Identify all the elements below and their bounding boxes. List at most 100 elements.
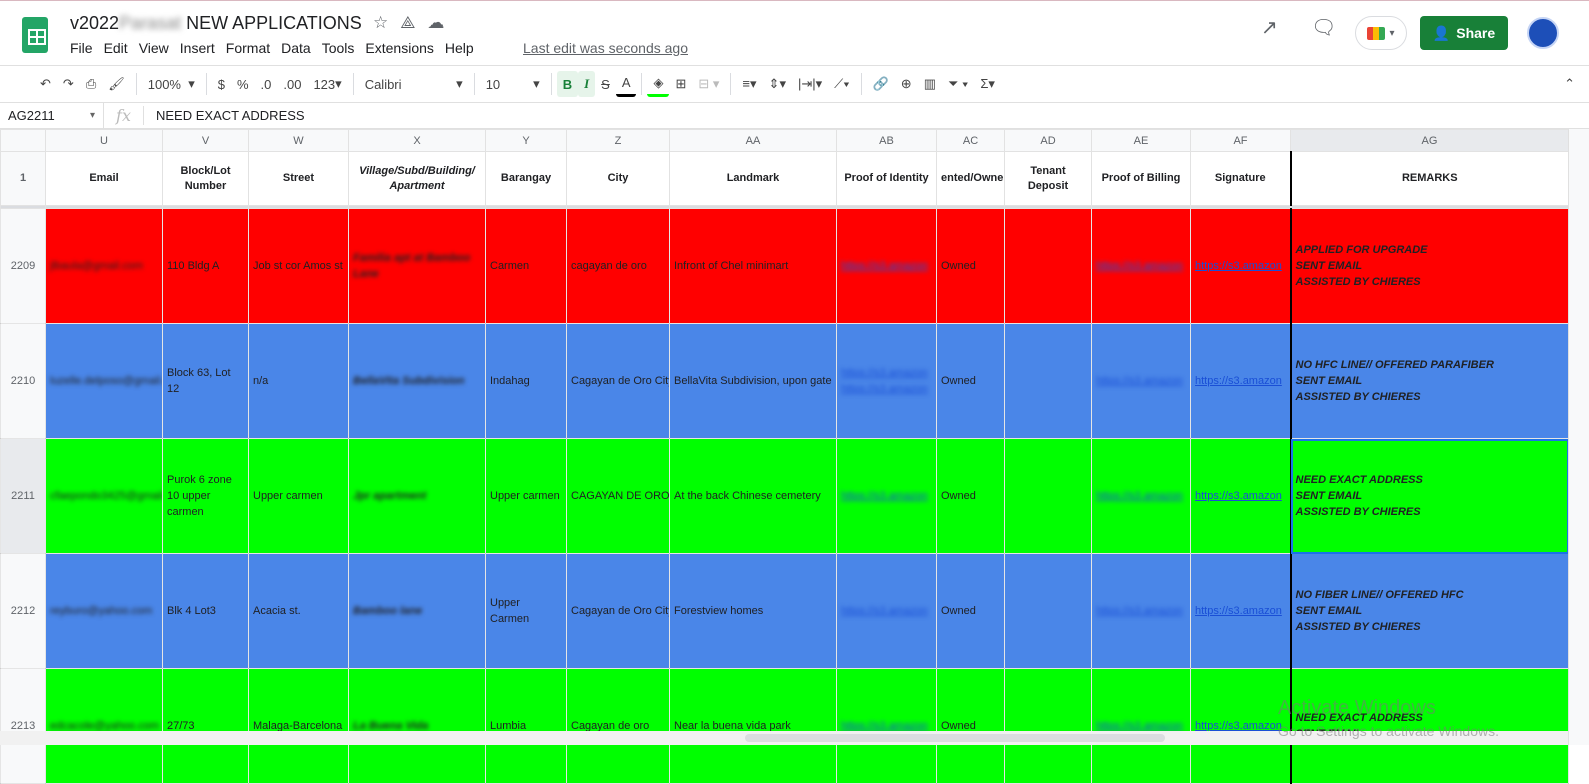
cell-city[interactable]: Cagayan de oro — [566, 668, 670, 784]
identity-link[interactable]: https://s3.amazon — [841, 381, 932, 397]
header-cell[interactable]: Signature — [1190, 151, 1291, 206]
cell-barangay[interactable]: Upper carmen — [485, 438, 567, 554]
column-header-af[interactable]: AF — [1190, 129, 1291, 152]
menu-view[interactable]: View — [139, 40, 169, 56]
row-header[interactable]: 2211 — [0, 438, 46, 554]
cell-remarks[interactable]: NEED EXACT ADDRESS SENT EMAIL ASSISTED BY … — [1289, 438, 1569, 554]
cell-deposit[interactable] — [1004, 668, 1092, 784]
cell-barangay[interactable]: Lumbia — [485, 668, 567, 784]
cell-signature[interactable]: https://s3.amazon — [1190, 438, 1291, 554]
column-header-z[interactable]: Z — [566, 129, 670, 152]
cell-remarks[interactable]: APPLIED FOR UPGRADE SENT EMAIL ASSISTED BY… — [1289, 208, 1569, 324]
menu-insert[interactable]: Insert — [180, 40, 215, 56]
zoom-select[interactable]: 100% ▾ — [142, 71, 201, 97]
text-rotation-icon[interactable]: ⟋▾ — [828, 71, 855, 97]
cell-village[interactable]: La Buena Vida — [348, 668, 486, 784]
menu-data[interactable]: Data — [281, 40, 311, 56]
cell-owned[interactable]: Owned — [936, 323, 1005, 439]
cell-city[interactable]: Cagayan de Oro City — [566, 323, 670, 439]
menu-tools[interactable]: Tools — [322, 40, 355, 56]
cell-identity[interactable]: https://s3.amazon — [836, 553, 937, 669]
row-header[interactable]: 2213 — [0, 668, 46, 784]
font-size-select[interactable]: 10 ▾ — [480, 71, 546, 97]
print-icon[interactable]: ⎙ — [80, 71, 102, 97]
cell-owned[interactable]: Owned — [936, 438, 1005, 554]
identity-link[interactable]: https://s3.amazon — [841, 258, 932, 274]
cell-barangay[interactable]: Carmen — [485, 208, 567, 324]
column-header-x[interactable]: X — [348, 129, 486, 152]
cell-billing[interactable]: https://s3.amazon — [1091, 668, 1191, 784]
column-header-w[interactable]: W — [248, 129, 349, 152]
menu-extensions[interactable]: Extensions — [365, 40, 433, 56]
cloud-status-icon[interactable]: ☁ — [427, 13, 444, 33]
vertical-scrollbar[interactable] — [1568, 129, 1589, 745]
collapse-toolbar-icon[interactable]: ⌃ — [1558, 71, 1581, 97]
identity-link[interactable]: https://s3.amazon — [841, 488, 932, 504]
cell-city[interactable]: Cagayan de Oro City — [566, 553, 670, 669]
redo-icon[interactable]: ↷ — [57, 71, 80, 97]
row-header[interactable]: 1 — [0, 151, 46, 206]
cell-village[interactable]: Familia apt at Bamboo Lane — [348, 208, 486, 324]
header-cell[interactable]: Barangay — [485, 151, 567, 206]
column-header-ae[interactable]: AE — [1091, 129, 1191, 152]
cell-village[interactable]: Bamboo lane — [348, 553, 486, 669]
bold-button[interactable]: B — [556, 71, 579, 97]
cell-remarks[interactable]: NO HFC LINE// OFFERED PARAFIBER SENT EMAI… — [1289, 323, 1569, 439]
insert-link-icon[interactable]: 🔗 — [867, 71, 895, 97]
header-cell[interactable]: Tenant Deposit — [1004, 151, 1092, 206]
menu-help[interactable]: Help — [445, 40, 474, 56]
avatar[interactable] — [1527, 17, 1559, 49]
insert-chart-icon[interactable]: ▥ — [918, 71, 942, 97]
cell-city[interactable]: cagayan de oro — [566, 208, 670, 324]
cell-block[interactable]: 27/73 — [162, 668, 249, 784]
activity-trend-icon[interactable]: ↗ — [1261, 15, 1278, 40]
billing-text[interactable]: https://s3.amazon — [1096, 490, 1183, 502]
move-to-drive-icon[interactable]: ⟁ — [400, 13, 415, 33]
header-cell[interactable]: ented/Owne — [936, 151, 1005, 206]
text-wrap-icon[interactable]: |⇥|▾ — [792, 71, 828, 97]
cell-signature[interactable]: https://s3.amazon — [1190, 323, 1291, 439]
header-cell[interactable]: Block/Lot Number — [162, 151, 249, 206]
cell-landmark[interactable]: At the back Chinese cemetery — [669, 438, 837, 554]
menu-file[interactable]: File — [70, 40, 93, 56]
row-header[interactable]: 2212 — [0, 553, 46, 669]
column-header-v[interactable]: V — [162, 129, 249, 152]
last-edit-link[interactable]: Last edit was seconds ago — [523, 40, 688, 56]
cell-email[interactable]: luzelle.delposo@gmail.com — [45, 323, 163, 439]
cell-street[interactable]: Upper carmen — [248, 438, 349, 554]
header-cell[interactable]: Proof of Billing — [1091, 151, 1191, 206]
fill-color-icon[interactable]: ◈ — [647, 71, 670, 97]
functions-icon[interactable]: Σ▾ — [974, 71, 1001, 97]
signature-text[interactable]: https://s3.amazon — [1195, 605, 1282, 617]
header-cell[interactable]: Village/Subd/Building/ Apartment — [348, 151, 486, 206]
column-header-aa[interactable]: AA — [669, 129, 837, 152]
column-header-y[interactable]: Y — [485, 129, 567, 152]
cell-block[interactable]: 110 Bldg A — [162, 208, 249, 324]
text-color-button[interactable]: A — [615, 71, 637, 97]
cell-street[interactable]: n/a — [248, 323, 349, 439]
document-title[interactable]: v2022Parasat NEW APPLICATIONS — [70, 13, 362, 34]
cell-landmark[interactable]: Infront of Chel minimart — [669, 208, 837, 324]
cell-landmark[interactable]: Forestview homes — [669, 553, 837, 669]
font-select[interactable]: Calibri ▾ — [359, 71, 469, 97]
cell-billing[interactable]: https://s3.amazon — [1091, 553, 1191, 669]
paint-format-icon[interactable]: 🖌 — [102, 71, 131, 97]
row-header[interactable]: 2210 — [0, 323, 46, 439]
cell-identity[interactable]: https://s3.amazon — [836, 438, 937, 554]
merge-cells-icon[interactable]: ⊟ ▾ — [692, 71, 725, 97]
billing-text[interactable]: https://s3.amazon — [1096, 375, 1183, 387]
cell-village[interactable]: Jpr apartment — [348, 438, 486, 554]
share-button[interactable]: 👤 Share — [1420, 16, 1508, 50]
select-all-corner[interactable] — [0, 129, 46, 152]
column-header-ad[interactable]: AD — [1004, 129, 1092, 152]
header-cell[interactable]: Email — [45, 151, 163, 206]
row-header[interactable]: 2209 — [0, 208, 46, 324]
cell-landmark[interactable]: Near la buena vida park — [669, 668, 837, 784]
cell-barangay[interactable]: Indahag — [485, 323, 567, 439]
signature-text[interactable]: https://s3.amazon — [1195, 375, 1282, 387]
cell-signature[interactable]: https://s3.amazon — [1190, 553, 1291, 669]
cell-barangay[interactable]: Upper Carmen — [485, 553, 567, 669]
cell-email[interactable]: reyburo@yahoo.com — [45, 553, 163, 669]
menu-edit[interactable]: Edit — [104, 40, 128, 56]
cell-owned[interactable]: Owned — [936, 553, 1005, 669]
